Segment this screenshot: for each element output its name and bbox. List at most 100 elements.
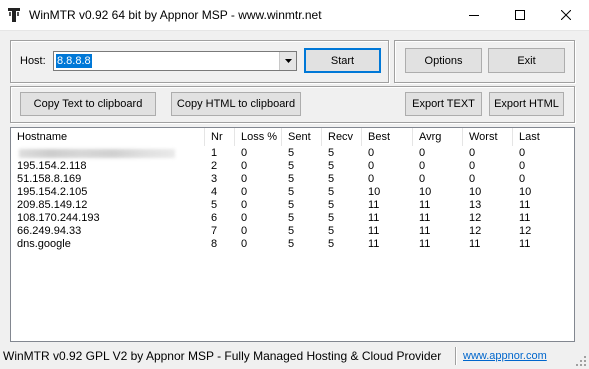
cell-loss: 0 xyxy=(241,212,248,224)
cell-last: 0 xyxy=(519,147,526,159)
column-header-worst[interactable]: Worst xyxy=(463,128,513,146)
chevron-down-icon xyxy=(284,59,292,63)
close-icon xyxy=(561,10,571,20)
cell-best: 0 xyxy=(368,160,375,172)
status-text: WinMTR v0.92 GPL V2 by Appnor MSP - Full… xyxy=(3,349,442,363)
cell-worst: 12 xyxy=(469,225,482,237)
cell-avrg: 11 xyxy=(419,212,431,224)
table-row[interactable]: 66.249.94.33 7 0 5 5 11 11 12 12 xyxy=(11,225,574,238)
column-header-sent[interactable]: Sent xyxy=(282,128,322,146)
column-header-last[interactable]: Last xyxy=(513,128,574,146)
table-row[interactable]: 209.85.149.12 5 0 5 5 11 11 13 11 xyxy=(11,199,574,212)
title-bar[interactable]: WinMTR v0.92 64 bit by Appnor MSP - www.… xyxy=(0,0,589,31)
cell-last: 12 xyxy=(519,225,532,237)
appnor-link[interactable]: www.appnor.com xyxy=(463,350,547,362)
cell-avrg: 0 xyxy=(419,160,426,172)
cell-recv: 5 xyxy=(328,160,335,172)
cell-nr: 3 xyxy=(211,173,218,185)
cell-avrg: 11 xyxy=(419,238,431,250)
table-row[interactable]: 1 0 5 5 0 0 0 0 xyxy=(11,147,574,160)
start-button[interactable]: Start xyxy=(304,48,381,73)
status-divider xyxy=(455,347,457,365)
cell-worst: 10 xyxy=(469,186,482,198)
host-input-value[interactable]: 8.8.8.8 xyxy=(56,54,92,68)
cell-loss: 0 xyxy=(241,186,248,198)
table-row[interactable]: 51.158.8.169 3 0 5 5 0 0 0 0 xyxy=(11,173,574,186)
status-bar: WinMTR v0.92 GPL V2 by Appnor MSP - Full… xyxy=(0,345,589,369)
cell-hostname: 51.158.8.169 xyxy=(17,173,82,185)
copy-text-button[interactable]: Copy Text to clipboard xyxy=(20,92,156,116)
close-button[interactable] xyxy=(543,0,589,30)
cell-nr: 5 xyxy=(211,199,218,211)
cell-best: 11 xyxy=(368,199,380,211)
cell-loss: 0 xyxy=(241,199,248,211)
cell-best: 0 xyxy=(368,147,375,159)
cell-avrg: 0 xyxy=(419,147,426,159)
cell-best: 11 xyxy=(368,238,380,250)
cell-sent: 5 xyxy=(288,238,295,250)
window-title: WinMTR v0.92 64 bit by Appnor MSP - www.… xyxy=(29,8,322,22)
host-combobox[interactable]: 8.8.8.8 xyxy=(53,51,297,71)
column-header-avrg[interactable]: Avrg xyxy=(413,128,463,146)
cell-best: 0 xyxy=(368,173,375,185)
cell-nr: 8 xyxy=(211,238,218,250)
results-table[interactable]: Hostname Nr Loss % Sent Recv Best Avrg W… xyxy=(10,127,575,342)
cell-avrg: 10 xyxy=(419,186,432,198)
cell-nr: 2 xyxy=(211,160,218,172)
cell-hostname: 108.170.244.193 xyxy=(17,212,100,224)
host-dropdown-button[interactable] xyxy=(279,52,296,70)
cell-hostname: dns.google xyxy=(17,238,71,250)
cell-worst: 12 xyxy=(469,212,482,224)
exit-button[interactable]: Exit xyxy=(488,48,565,73)
cell-last: 0 xyxy=(519,160,526,172)
cell-recv: 5 xyxy=(328,212,335,224)
cell-loss: 0 xyxy=(241,160,248,172)
export-html-button[interactable]: Export HTML xyxy=(489,92,564,116)
cell-avrg: 11 xyxy=(419,225,431,237)
cell-hostname xyxy=(11,147,17,160)
cell-loss: 0 xyxy=(241,147,248,159)
winmtr-app-icon xyxy=(6,7,22,23)
options-button[interactable]: Options xyxy=(405,48,482,73)
cell-recv: 5 xyxy=(328,147,335,159)
cell-worst: 13 xyxy=(469,199,482,211)
resize-grip-icon[interactable] xyxy=(575,355,587,367)
copy-html-button[interactable]: Copy HTML to clipboard xyxy=(171,92,301,116)
cell-sent: 5 xyxy=(288,173,295,185)
cell-recv: 5 xyxy=(328,199,335,211)
cell-nr: 1 xyxy=(211,147,218,159)
maximize-icon xyxy=(515,10,525,20)
cell-sent: 5 xyxy=(288,160,295,172)
table-row[interactable]: 195.154.2.118 2 0 5 5 0 0 0 0 xyxy=(11,160,574,173)
table-row[interactable]: dns.google 8 0 5 5 11 11 11 11 xyxy=(11,238,574,251)
cell-nr: 6 xyxy=(211,212,218,224)
cell-hostname: 195.154.2.105 xyxy=(17,186,88,198)
cell-best: 10 xyxy=(368,186,381,198)
table-row[interactable]: 195.154.2.105 4 0 5 5 10 10 10 10 xyxy=(11,186,574,199)
table-header: Hostname Nr Loss % Sent Recv Best Avrg W… xyxy=(11,128,574,146)
cell-recv: 5 xyxy=(328,238,335,250)
column-header-nr[interactable]: Nr xyxy=(205,128,235,146)
column-header-recv[interactable]: Recv xyxy=(322,128,362,146)
column-header-hostname[interactable]: Hostname xyxy=(11,128,205,146)
cell-avrg: 11 xyxy=(419,199,431,211)
cell-recv: 5 xyxy=(328,173,335,185)
cell-sent: 5 xyxy=(288,199,295,211)
cell-best: 11 xyxy=(368,225,380,237)
cell-loss: 0 xyxy=(241,238,248,250)
maximize-button[interactable] xyxy=(497,0,543,30)
column-header-best[interactable]: Best xyxy=(362,128,413,146)
host-label: Host: xyxy=(20,55,46,67)
minimize-button[interactable] xyxy=(451,0,497,30)
cell-last: 11 xyxy=(519,212,531,224)
cell-nr: 7 xyxy=(211,225,218,237)
cell-worst: 11 xyxy=(469,238,481,250)
cell-sent: 5 xyxy=(288,147,295,159)
cell-sent: 5 xyxy=(288,212,295,224)
table-row[interactable]: 108.170.244.193 6 0 5 5 11 11 12 11 xyxy=(11,212,574,225)
export-text-button[interactable]: Export TEXT xyxy=(405,92,482,116)
cell-last: 11 xyxy=(519,199,531,211)
column-header-loss[interactable]: Loss % xyxy=(235,128,282,146)
cell-avrg: 0 xyxy=(419,173,426,185)
cell-nr: 4 xyxy=(211,186,218,198)
